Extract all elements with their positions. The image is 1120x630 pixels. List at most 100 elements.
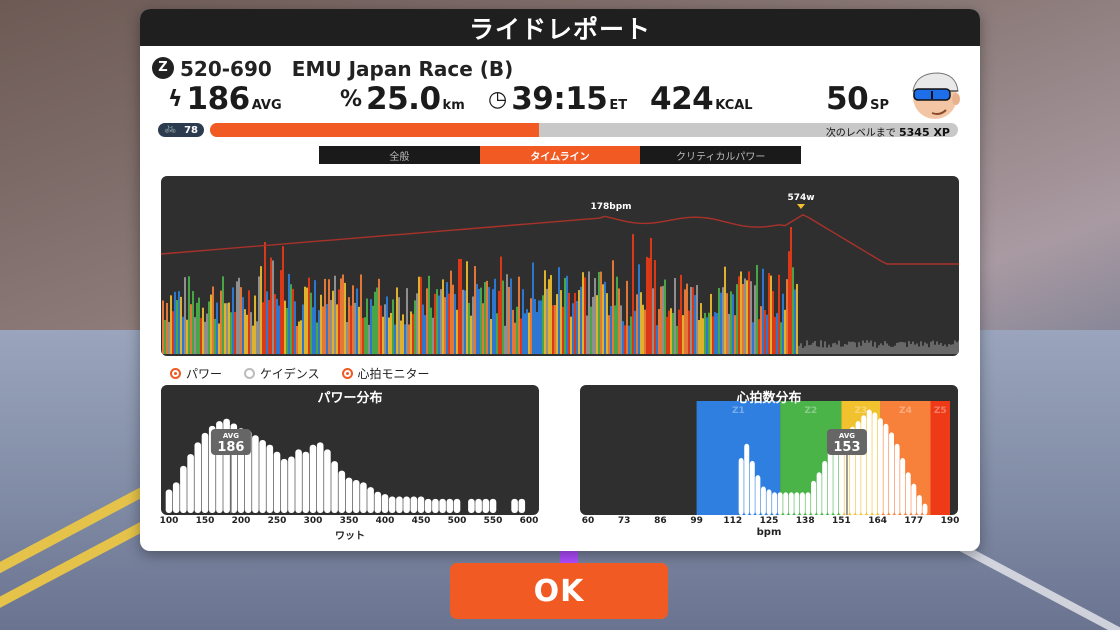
ride-stats: ϟ 186 AVG % 25.0 km ◷ 39:15 ET 424 KCAL … bbox=[168, 81, 958, 121]
power-bar bbox=[410, 496, 418, 513]
tab-overview[interactable]: 全般 bbox=[319, 146, 480, 164]
legend-cadence[interactable]: ケイデンス bbox=[244, 365, 320, 382]
sp-unit: SP bbox=[870, 98, 890, 113]
power-value: 186 bbox=[186, 81, 251, 117]
power-bar bbox=[280, 458, 288, 513]
next-level-label: 次のレベルまで bbox=[825, 128, 896, 137]
hr-tick-label: 73 bbox=[617, 516, 631, 526]
avatar[interactable] bbox=[904, 69, 962, 121]
power-bar bbox=[482, 498, 490, 513]
power-bar bbox=[475, 498, 482, 513]
hr-zone-label: Z2 bbox=[804, 406, 817, 416]
power-bar bbox=[273, 451, 281, 513]
bike-icon: 🚲 bbox=[164, 123, 177, 134]
hr-tick-label: 86 bbox=[654, 516, 667, 526]
hr-zone-label: Z1 bbox=[732, 406, 745, 416]
power-bar bbox=[388, 496, 396, 513]
hr-bar bbox=[760, 486, 766, 515]
power-bar bbox=[439, 498, 446, 513]
hr-bar bbox=[877, 418, 883, 515]
power-bar bbox=[396, 496, 403, 513]
calories-value: 424 bbox=[650, 81, 714, 117]
timeline-svg: 178bpm 574w bbox=[161, 193, 959, 354]
power-tick-label: 500 bbox=[447, 516, 467, 526]
power-tick-label: 100 bbox=[159, 516, 179, 526]
power-avg-label: AVG bbox=[223, 432, 239, 440]
legend-power[interactable]: パワー bbox=[170, 365, 222, 382]
power-bar bbox=[331, 461, 338, 513]
hr-bar bbox=[777, 492, 783, 515]
xp-progress-bar: 次のレベルまで 5345 XP bbox=[210, 123, 958, 137]
hr-zone-label: Z5 bbox=[934, 406, 947, 416]
zwift-logo-icon: Z bbox=[152, 56, 174, 79]
power-bar bbox=[374, 491, 382, 513]
hr-bar bbox=[783, 492, 789, 515]
power-bar bbox=[446, 498, 454, 513]
power-bar bbox=[381, 494, 389, 513]
hr-bar bbox=[799, 492, 805, 515]
hr-x-axis-label: bpm bbox=[756, 527, 782, 538]
power-bar bbox=[489, 498, 497, 513]
heart-rate-distribution-title: 心拍数分布 bbox=[736, 391, 802, 406]
power-bar bbox=[252, 435, 259, 513]
hr-tick-label: 125 bbox=[759, 516, 779, 526]
heart-rate-distribution-chart: Z1 Z2 Z3 Z4 Z5 AVG 153 心拍数分布 bbox=[580, 385, 958, 515]
legend-cadence-label: ケイデンス bbox=[260, 367, 320, 381]
power-tick-label: 200 bbox=[231, 516, 251, 526]
ride-report-panel: ライドレポート Z 520-690 EMU Japan Race (B) ϟ 1… bbox=[140, 9, 980, 551]
sp-value: 50 bbox=[826, 81, 869, 117]
legend-heart-rate-label: 心拍モニター bbox=[357, 367, 430, 381]
hr-bar bbox=[911, 483, 917, 515]
hr-tick-label: 177 bbox=[904, 516, 924, 526]
stat-distance: % 25.0 km bbox=[340, 81, 465, 117]
power-bar bbox=[172, 482, 180, 513]
radio-on-icon bbox=[170, 368, 181, 379]
hr-tick-label: 138 bbox=[795, 516, 815, 526]
power-bar bbox=[352, 480, 360, 513]
power-bar bbox=[518, 498, 526, 513]
hr-bar bbox=[749, 460, 755, 515]
hr-avg-value: 153 bbox=[833, 440, 860, 455]
power-bar bbox=[338, 470, 346, 513]
power-bar bbox=[194, 442, 202, 513]
hr-bar bbox=[744, 443, 750, 515]
hr-bar bbox=[889, 432, 895, 515]
level-badge: 🚲 78 bbox=[158, 123, 204, 137]
hr-bar bbox=[872, 412, 878, 515]
hr-tick-label: 151 bbox=[831, 516, 851, 526]
panel-title: ライドレポート bbox=[140, 9, 980, 46]
legend-heart-rate[interactable]: 心拍モニター bbox=[341, 365, 430, 382]
hr-bar bbox=[755, 475, 761, 515]
tab-timeline[interactable]: タイムライン bbox=[479, 146, 641, 164]
power-tick-label: 350 bbox=[339, 516, 359, 526]
hr-bar bbox=[900, 458, 906, 515]
power-bar bbox=[324, 449, 331, 513]
report-tabs: 全般 タイムライン クリティカルパワー bbox=[319, 146, 801, 164]
stat-sp: 50 SP bbox=[826, 81, 889, 117]
legend-power-label: パワー bbox=[186, 367, 223, 381]
power-tick-label: 400 bbox=[375, 516, 395, 526]
ok-button[interactable]: OK bbox=[450, 563, 668, 619]
power-bar bbox=[180, 465, 187, 513]
power-tick-label: 450 bbox=[411, 516, 431, 526]
power-bar bbox=[468, 498, 475, 513]
power-bar bbox=[417, 496, 425, 513]
tab-critical-power[interactable]: クリティカルパワー bbox=[640, 146, 801, 164]
hr-bar bbox=[772, 492, 778, 515]
timeline-chart: 178bpm 574w bbox=[161, 176, 959, 356]
power-peak-marker bbox=[797, 204, 805, 209]
power-bar bbox=[295, 449, 302, 513]
power-distribution-title: パワー分布 bbox=[317, 391, 383, 406]
time-unit: ET bbox=[609, 98, 628, 113]
power-bar bbox=[316, 442, 324, 513]
timeline-legend: パワー ケイデンス 心拍モニター bbox=[170, 365, 430, 382]
hr-bar bbox=[916, 495, 922, 515]
radio-on-icon bbox=[341, 368, 353, 379]
hr-bar bbox=[833, 446, 839, 515]
hr-tick-label: 99 bbox=[690, 516, 703, 526]
hr-tick-label: 60 bbox=[581, 516, 595, 526]
hr-bar bbox=[816, 472, 822, 515]
hr-avg-label: AVG bbox=[839, 432, 855, 440]
hr-bar bbox=[811, 480, 817, 515]
power-tick-label: 250 bbox=[267, 516, 287, 526]
